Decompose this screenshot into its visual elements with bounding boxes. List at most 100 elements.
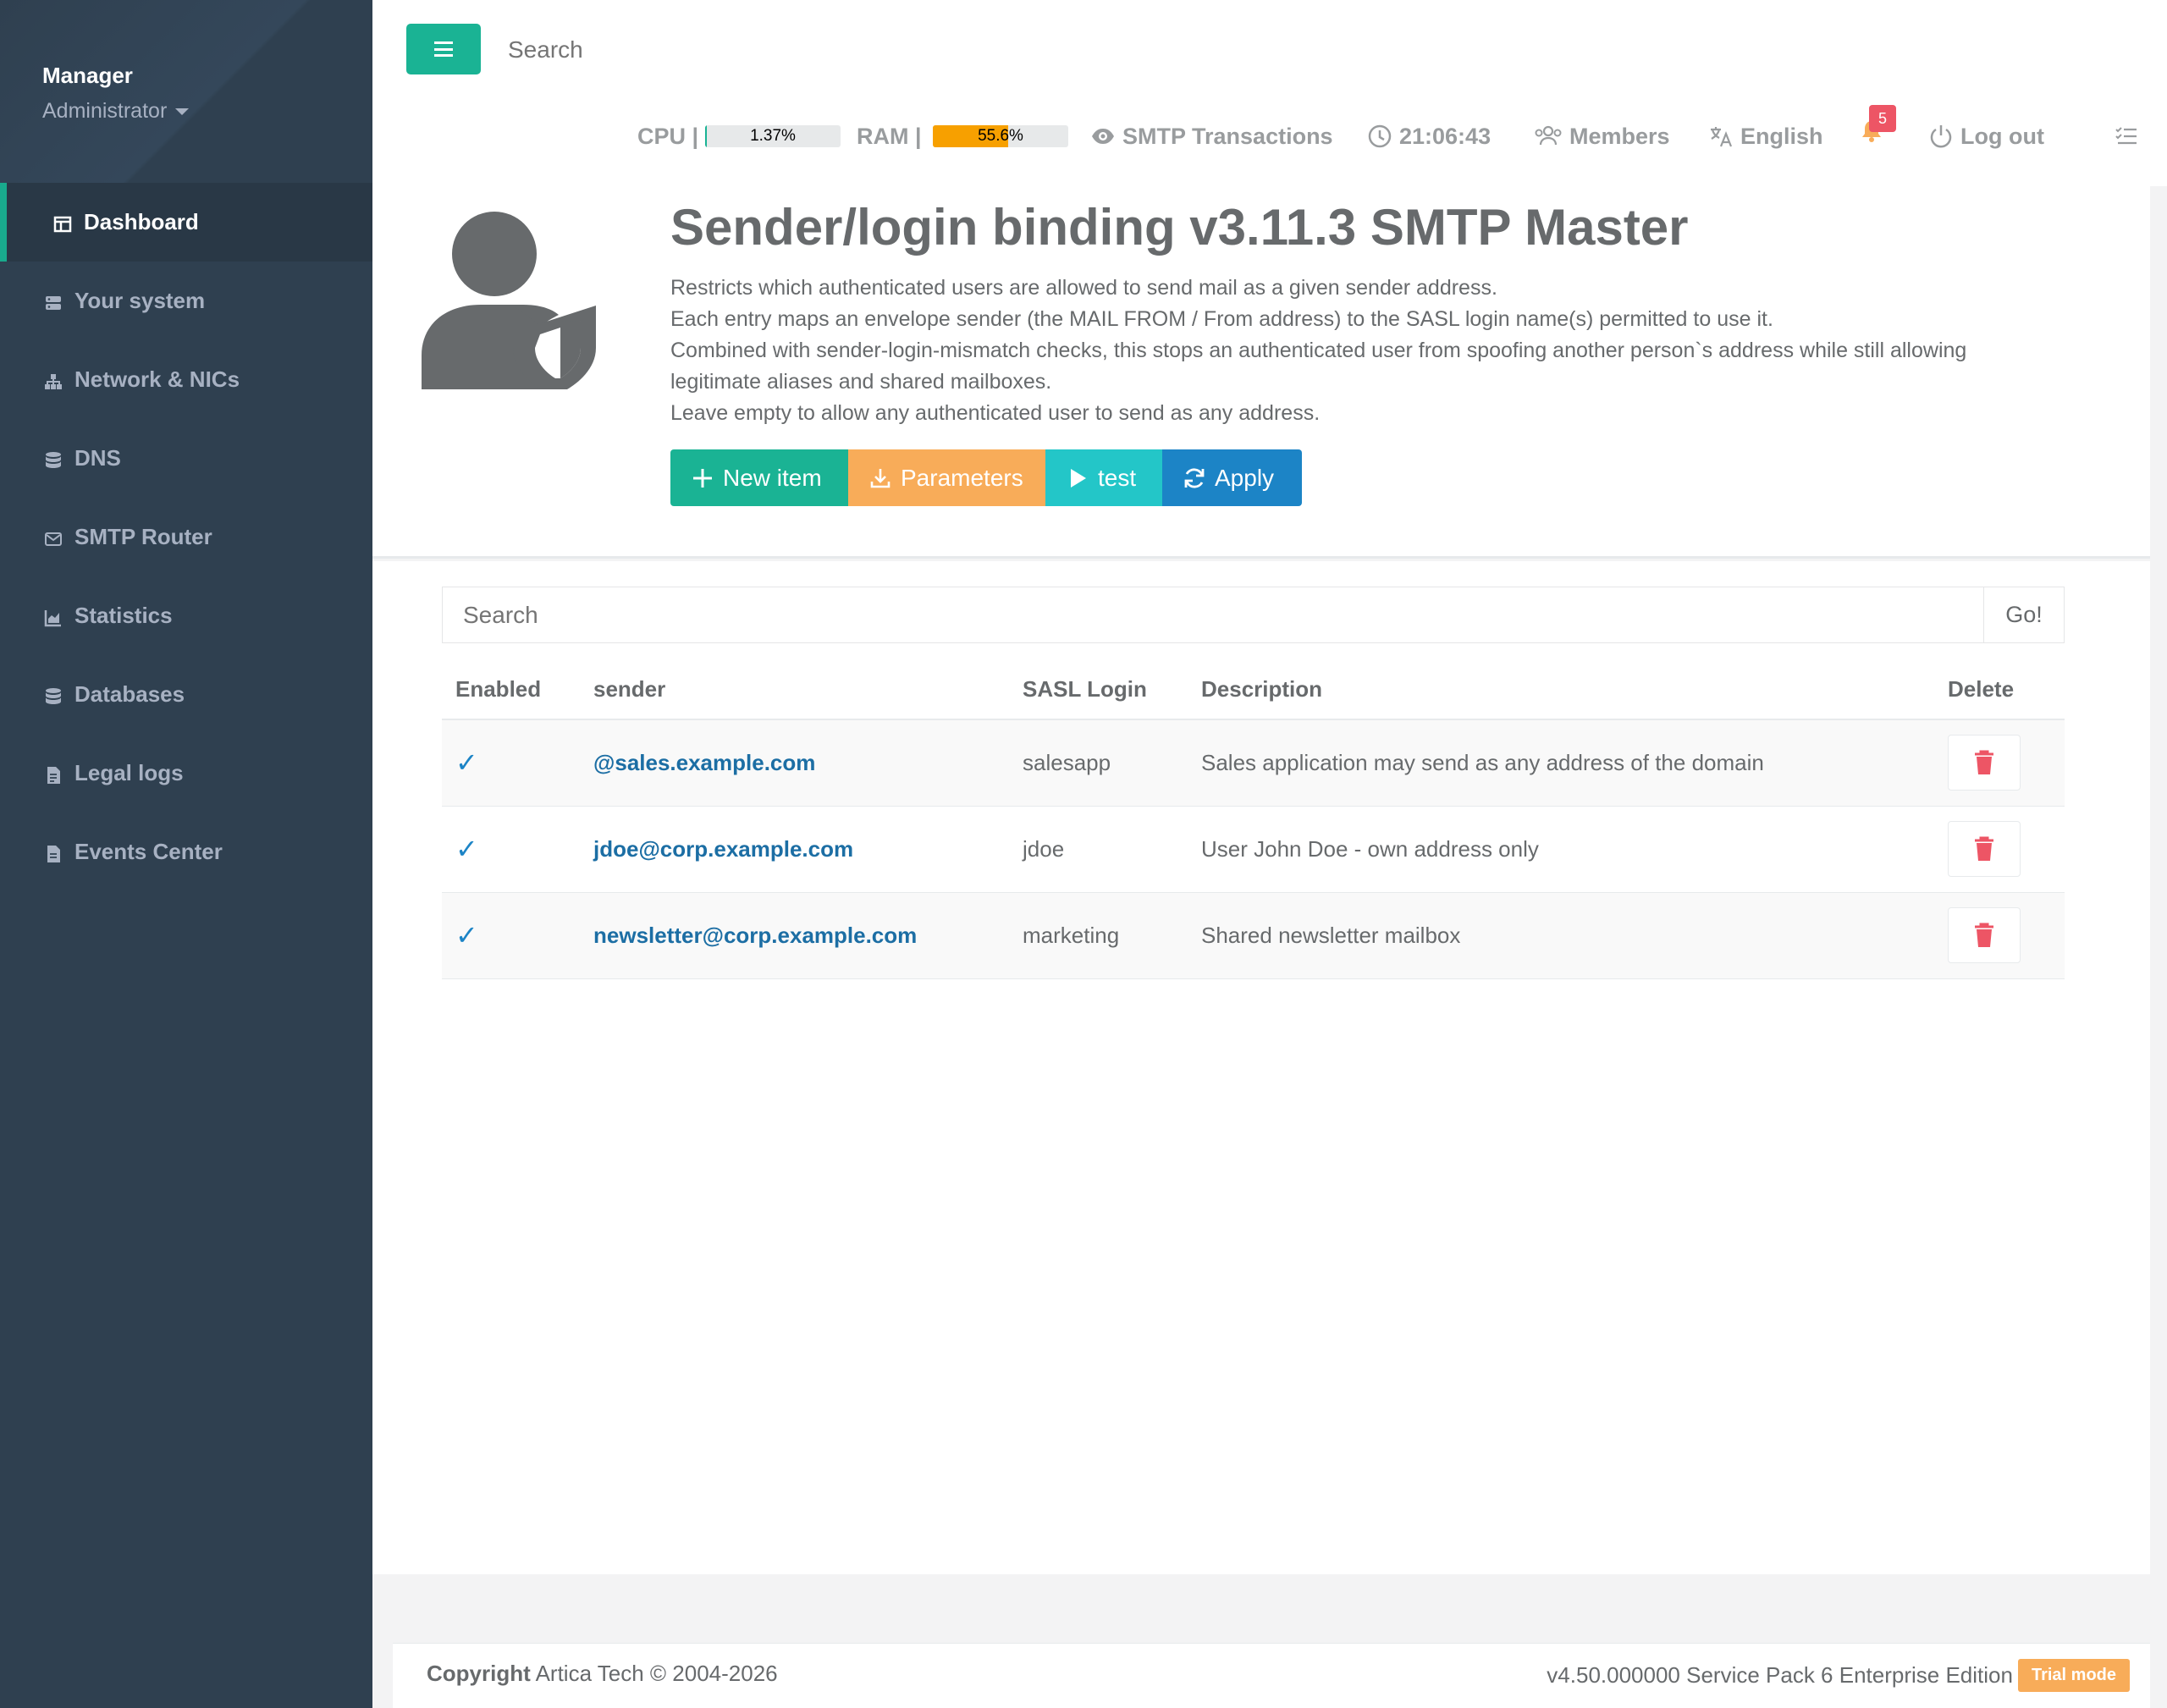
translate-icon	[1711, 127, 1733, 147]
clock: 21:06:43	[1367, 124, 1491, 150]
language-label: English	[1740, 123, 1823, 149]
delete-button[interactable]	[1948, 821, 2021, 877]
trial-badge: Trial mode	[2017, 1659, 2130, 1692]
profile-role-label: Administrator	[42, 99, 168, 123]
login-cell: salesapp	[1009, 719, 1188, 807]
page-title: Sender/login binding v3.11.3 SMTP Master	[670, 199, 1689, 256]
hamburger-icon	[434, 41, 453, 57]
trash-icon	[1975, 750, 1993, 775]
column-header-sasl-login[interactable]: SASL Login	[1009, 660, 1188, 720]
sender-cell: newsletter@corp.example.com	[580, 892, 1009, 979]
profile-role-dropdown[interactable]: Administrator	[42, 99, 372, 124]
enabled-check-icon[interactable]: ✓	[442, 806, 580, 893]
sender-link[interactable]: @sales.example.com	[593, 750, 815, 775]
delete-button[interactable]	[1948, 735, 2021, 791]
content-panel: Go! Enabled sender SASL Login Descriptio…	[372, 561, 2150, 1574]
login-cell: marketing	[1009, 892, 1188, 979]
users-icon	[1535, 125, 1562, 146]
go-button[interactable]: Go!	[1983, 587, 2065, 643]
footer: Copyright Artica Tech © 2004-2026 v4.50.…	[393, 1643, 2150, 1708]
smtp-transactions-link[interactable]: SMTP Transactions	[1090, 124, 1333, 150]
description-line: Combined with sender-login-mismatch chec…	[670, 339, 1967, 394]
delete-button[interactable]	[1948, 907, 2021, 963]
table-search-input[interactable]	[442, 587, 1984, 643]
enabled-check-icon[interactable]: ✓	[442, 892, 580, 979]
smtp-transactions-label: SMTP Transactions	[1122, 123, 1333, 149]
description-cell: User John Doe - own address only	[1188, 806, 1934, 893]
sidebar-item-label: Legal logs	[74, 760, 184, 785]
description-line: Restricts which authenticated users are …	[670, 276, 1497, 300]
sidebar-item-databases[interactable]: Databases	[0, 655, 372, 734]
column-header-sender[interactable]: sender	[580, 660, 1009, 720]
notifications-button[interactable]: 5	[1859, 105, 1896, 152]
new-item-button[interactable]: New item	[670, 449, 848, 506]
clock-icon	[1368, 124, 1392, 148]
cpu-value: 1.37%	[750, 127, 796, 145]
table-row: ✓ jdoe@corp.example.com jdoe User John D…	[442, 806, 2065, 893]
members-link[interactable]: Members	[1534, 124, 1670, 150]
members-label: Members	[1569, 123, 1670, 149]
file-icon	[44, 764, 63, 784]
sender-link[interactable]: jdoe@corp.example.com	[593, 836, 853, 862]
test-label: test	[1098, 464, 1137, 491]
sidebar-item-label: Dashboard	[84, 209, 199, 234]
sidebar-item-label: Events Center	[74, 839, 223, 864]
bindings-table: Enabled sender SASL Login Description De…	[442, 660, 2065, 979]
new-item-label: New item	[723, 464, 822, 491]
server-icon	[44, 292, 63, 311]
task-list-button[interactable]	[2114, 124, 2139, 149]
sidebar-item-label: Statistics	[74, 603, 173, 628]
profile-name: Manager	[42, 63, 133, 88]
menu-toggle-button[interactable]	[406, 24, 481, 74]
language-selector[interactable]: English	[1708, 124, 1823, 150]
power-icon	[1930, 125, 1952, 148]
sidebar-item-dns[interactable]: DNS	[0, 419, 372, 498]
tasks-icon	[2115, 127, 2137, 145]
page-header: Sender/login binding v3.11.3 SMTP Master…	[372, 186, 2150, 559]
sidebar-item-network[interactable]: Network & NICs	[0, 340, 372, 419]
delete-cell	[1934, 892, 2065, 979]
envelope-icon	[44, 528, 63, 547]
network-icon	[44, 371, 63, 389]
trash-icon	[1975, 836, 1993, 861]
refresh-icon	[1184, 467, 1205, 488]
sidebar-item-dashboard[interactable]: Dashboard	[0, 183, 372, 262]
trash-icon	[1975, 923, 1993, 947]
description-cell: Shared newsletter mailbox	[1188, 892, 1934, 979]
dashboard-icon	[53, 213, 72, 232]
logout-link[interactable]: Log out	[1928, 124, 2044, 150]
sidebar-item-events-center[interactable]: Events Center	[0, 813, 372, 891]
table-header-row: Enabled sender SASL Login Description De…	[442, 660, 2065, 720]
chart-icon	[44, 607, 63, 626]
sidebar-nav: Dashboard Your system Network & NICs DNS…	[0, 183, 372, 891]
database-icon	[44, 686, 63, 704]
ram-bar: 55.6%	[933, 125, 1068, 147]
enabled-check-icon[interactable]: ✓	[442, 719, 580, 807]
main-area: CPU | 1.37% RAM | 55.6% SMTP Transaction…	[372, 0, 2167, 1708]
column-header-description[interactable]: Description	[1188, 660, 1934, 720]
test-button[interactable]: test	[1045, 449, 1162, 506]
delete-cell	[1934, 719, 2065, 807]
version-info: v4.50.000000 Service Pack 6 Enterprise E…	[1547, 1659, 2130, 1692]
sidebar-item-label: Network & NICs	[74, 366, 240, 392]
column-header-enabled[interactable]: Enabled	[442, 660, 580, 720]
sidebar-item-statistics[interactable]: Statistics	[0, 576, 372, 655]
sender-cell: @sales.example.com	[580, 719, 1009, 807]
top-search-input[interactable]	[508, 29, 1016, 71]
copyright: Copyright Artica Tech © 2004-2026	[427, 1661, 778, 1687]
delete-cell	[1934, 806, 2065, 893]
database-icon	[44, 449, 63, 468]
user-shield-icon	[422, 212, 596, 389]
cpu-label: CPU |	[637, 123, 699, 149]
sidebar-item-legal-logs[interactable]: Legal logs	[0, 734, 372, 813]
ram-label: RAM |	[857, 123, 922, 149]
sender-cell: jdoe@corp.example.com	[580, 806, 1009, 893]
sidebar-item-your-system[interactable]: Your system	[0, 262, 372, 340]
apply-label: Apply	[1215, 464, 1275, 491]
parameters-button[interactable]: Parameters	[848, 449, 1045, 506]
column-header-delete: Delete	[1934, 660, 2065, 720]
sender-link[interactable]: newsletter@corp.example.com	[593, 923, 917, 948]
sidebar-item-smtp-router[interactable]: SMTP Router	[0, 498, 372, 576]
apply-button[interactable]: Apply	[1162, 449, 1302, 506]
eye-icon	[1092, 129, 1114, 144]
